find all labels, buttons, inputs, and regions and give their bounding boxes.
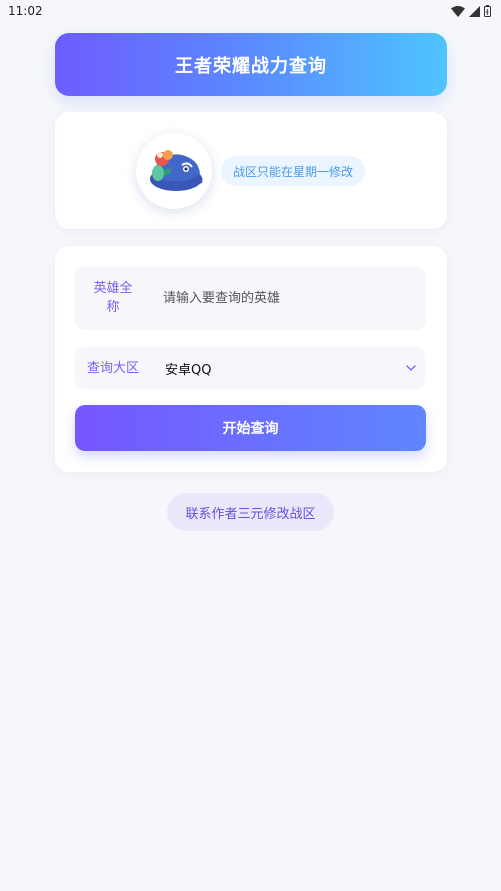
query-form: 英雄全称 查询大区 安卓QQ 开始查询: [55, 246, 447, 472]
hero-mascot-avatar: [150, 150, 203, 191]
notice-text: 战区只能在星期一修改: [233, 164, 354, 179]
hero-name-label: 英雄全称: [93, 281, 133, 315]
page-title: 王者荣耀战力查询: [175, 55, 327, 77]
status-bar: 11:02: [0, 0, 501, 22]
contact-author-label: 联系作者三元修改战区: [185, 506, 316, 522]
profile-card: 战区只能在星期一修改: [55, 112, 447, 229]
start-query-button[interactable]: 开始查询: [75, 405, 426, 451]
wifi-icon: [451, 5, 465, 17]
battery-icon: [484, 5, 491, 17]
chevron-down-icon[interactable]: [396, 365, 426, 371]
signal-icon: [469, 5, 480, 17]
region-selected-value[interactable]: 安卓QQ: [151, 359, 396, 378]
region-select[interactable]: 查询大区 安卓QQ: [75, 347, 426, 389]
hero-name-input[interactable]: [151, 266, 426, 330]
hero-name-field: 英雄全称: [75, 266, 426, 330]
weekday-notice: 战区只能在星期一修改: [221, 156, 366, 186]
avatar[interactable]: [136, 133, 212, 209]
status-time: 11:02: [8, 4, 43, 18]
title-banner: 王者荣耀战力查询: [55, 33, 447, 96]
status-icons: [451, 5, 491, 17]
contact-author-button[interactable]: 联系作者三元修改战区: [167, 493, 334, 531]
region-label: 查询大区: [86, 360, 139, 376]
